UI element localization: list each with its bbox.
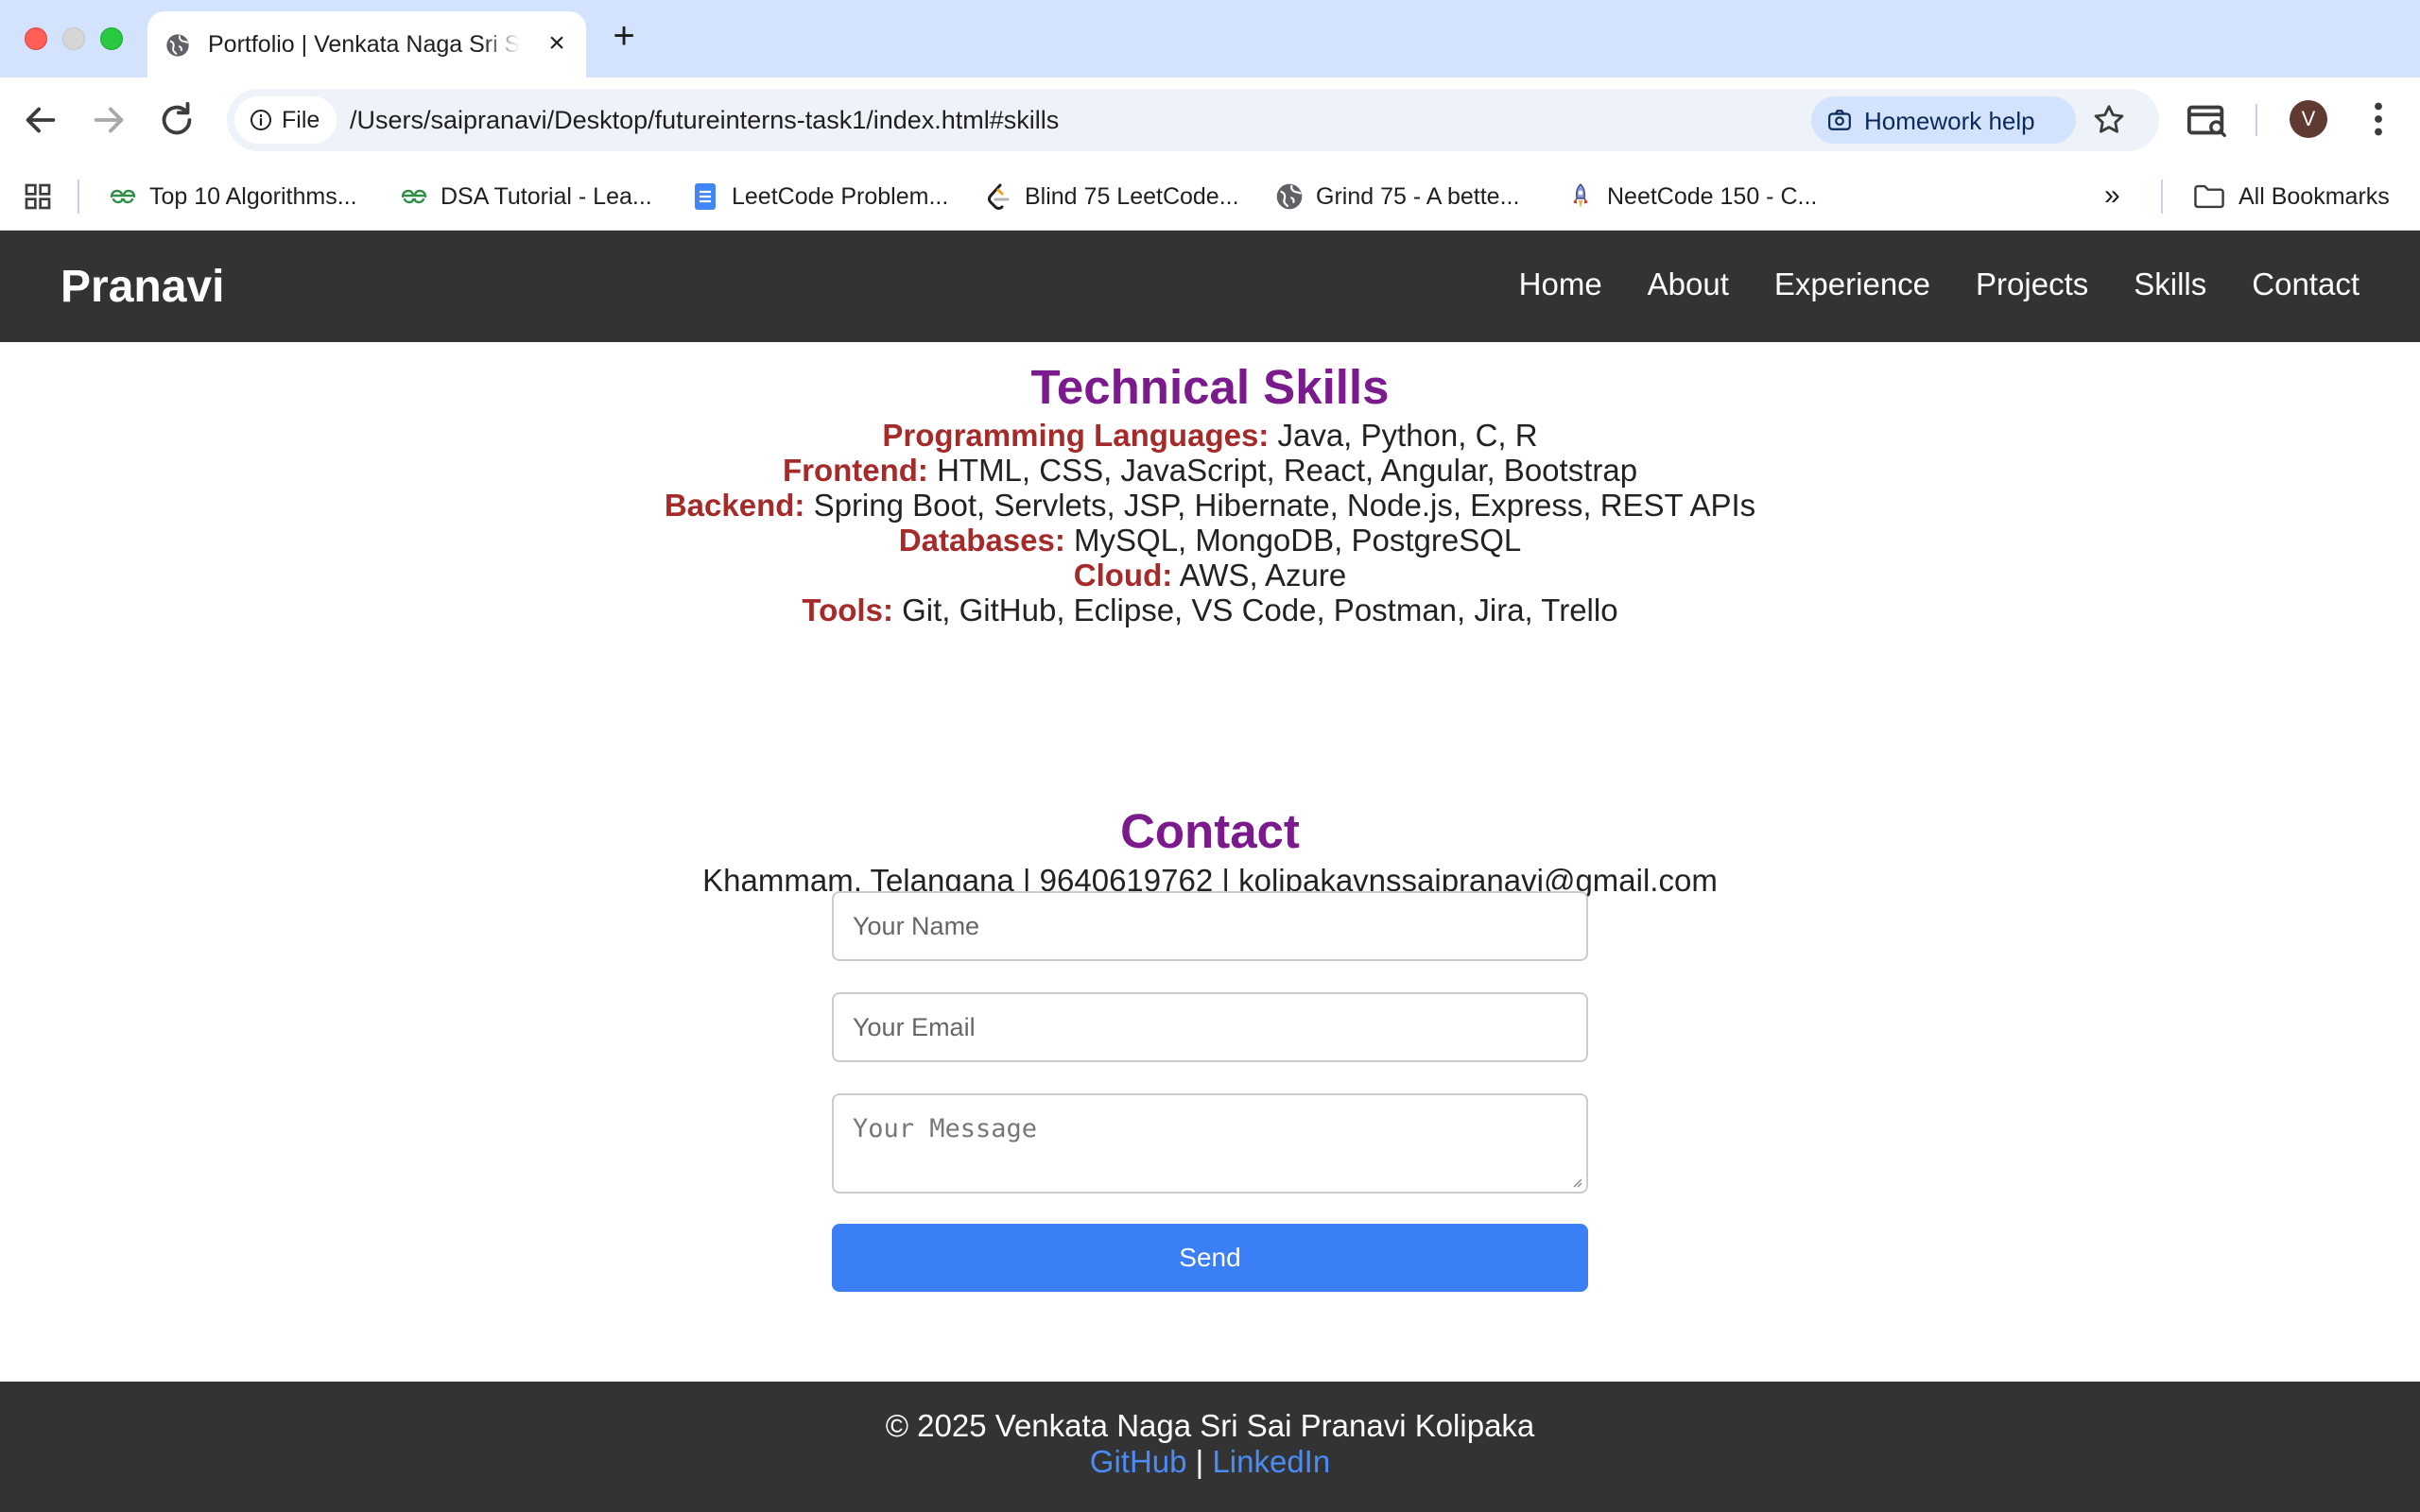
github-link[interactable]: GitHub [1090, 1444, 1187, 1479]
skill-key: Programming Languages: [882, 418, 1270, 453]
skill-value: HTML, CSS, JavaScript, React, Angular, B… [927, 453, 1638, 488]
skill-key: Cloud: [1073, 558, 1173, 593]
skill-key: Tools: [802, 593, 893, 627]
site-navbar: Pranavi Home About Experience Projects S… [0, 231, 2420, 342]
nav-link-experience[interactable]: Experience [1774, 266, 1930, 302]
geeksforgeeks-icon [110, 189, 136, 204]
footer-separator: | [1186, 1444, 1213, 1479]
all-bookmarks-label: All Bookmarks [2238, 183, 2390, 210]
bookmark-star-icon[interactable] [2091, 102, 2127, 138]
resize-handle-icon[interactable] [1569, 1175, 1582, 1188]
back-icon[interactable] [19, 98, 62, 142]
active-tab[interactable]: Portfolio | Venkata Naga Sri Sai Pranavi… [147, 11, 586, 77]
bookmarks-divider [2161, 180, 2163, 214]
skill-row: Databases: MySQL, MongoDB, PostgreSQL [0, 523, 2420, 558]
window-minimize-button[interactable] [62, 27, 85, 50]
skill-value: MySQL, MongoDB, PostgreSQL [1064, 523, 1522, 558]
send-button[interactable]: Send [832, 1224, 1588, 1292]
browser-toolbar: File /Users/saipranavi/Desktop/futureint… [0, 77, 2420, 163]
footer-links: GitHub | LinkedIn [0, 1444, 2420, 1480]
skills-section: Technical Skills Programming Languages: … [0, 357, 2420, 627]
skills-heading: Technical Skills [1030, 360, 1390, 414]
more-bookmarks-icon[interactable]: » [2104, 180, 2120, 212]
name-input[interactable]: Your Name [832, 891, 1588, 961]
apps-grid-icon[interactable] [23, 181, 53, 212]
bookmarks-bar: Top 10 Algorithms... DSA Tutorial - Lea.… [0, 163, 2420, 231]
browser-tab-strip: Portfolio | Venkata Naga Sri Sai Pranavi… [0, 0, 2420, 77]
skill-row: Tools: Git, GitHub, Eclipse, VS Code, Po… [0, 593, 2420, 627]
site-footer: © 2025 Venkata Naga Sri Sai Pranavi Koli… [0, 1382, 2420, 1512]
skill-row: Frontend: HTML, CSS, JavaScript, React, … [0, 453, 2420, 488]
tab-close-icon[interactable]: × [543, 29, 571, 59]
file-label: File [282, 107, 320, 133]
leetcode-icon [988, 183, 1010, 210]
footer-copyright: © 2025 Venkata Naga Sri Sai Pranavi Koli… [885, 1408, 1535, 1443]
bookmark-label: Top 10 Algorithms... [149, 183, 357, 210]
skill-row: Backend: Spring Boot, Servlets, JSP, Hib… [0, 488, 2420, 523]
nav-link-about[interactable]: About [1648, 266, 1729, 302]
toolbar-divider [2256, 104, 2257, 136]
camera-search-icon [1828, 110, 1851, 130]
bookmark-label: NeetCode 150 - C... [1607, 183, 1818, 210]
skill-value: Git, GitHub, Eclipse, VS Code, Postman, … [892, 593, 1618, 627]
bookmarks-divider [78, 180, 79, 214]
reload-icon[interactable] [155, 98, 199, 142]
contact-heading: Contact [1120, 804, 1300, 858]
profile-avatar[interactable]: V [2290, 100, 2327, 138]
contact-section: Contact Khammam, Telangana | 9640619762 … [0, 801, 2420, 900]
message-textarea[interactable]: Your Message [832, 1093, 1588, 1194]
skill-key: Databases: [898, 523, 1065, 558]
folder-icon [2194, 184, 2224, 209]
email-input[interactable]: Your Email [832, 992, 1588, 1062]
rocket-icon [1573, 183, 1588, 208]
message-placeholder: Your Message [853, 1114, 1038, 1143]
url-text[interactable]: /Users/saipranavi/Desktop/futureinterns-… [350, 106, 1059, 135]
forward-icon[interactable] [87, 98, 130, 142]
nav-link-home[interactable]: Home [1519, 266, 1602, 302]
new-tab-button[interactable]: + [605, 17, 643, 57]
skill-value: AWS, Azure [1172, 558, 1347, 593]
address-bar[interactable]: File /Users/saipranavi/Desktop/futureint… [227, 89, 2159, 151]
skill-value: Spring Boot, Servlets, JSP, Hibernate, N… [804, 488, 1756, 523]
nav-link-projects[interactable]: Projects [1976, 266, 2088, 302]
skill-row: Programming Languages: Java, Python, C, … [0, 418, 2420, 453]
homework-help-label: Homework help [1864, 107, 2035, 135]
homework-help-button[interactable]: Homework help [1811, 96, 2076, 144]
info-icon [251, 110, 271, 130]
skill-row: Cloud: AWS, Azure [0, 558, 2420, 593]
bookmark-label: Blind 75 LeetCode... [1025, 183, 1239, 210]
skill-key: Backend: [664, 488, 805, 523]
window-maximize-button[interactable] [100, 27, 123, 50]
linkedin-link[interactable]: LinkedIn [1212, 1444, 1330, 1479]
skill-value: Java, Python, C, R [1269, 418, 1538, 453]
google-docs-icon [695, 183, 716, 210]
tab-search-icon[interactable] [2186, 98, 2229, 142]
nav-link-contact[interactable]: Contact [2252, 266, 2360, 302]
window-close-button[interactable] [25, 27, 47, 50]
globe-icon [166, 34, 189, 57]
nav-links: Home About Experience Projects Skills Co… [1519, 266, 2360, 302]
bookmark-label: Grind 75 - A bette... [1316, 183, 1520, 210]
more-menu-icon[interactable] [2361, 96, 2395, 142]
tab-title: Portfolio | Venkata Naga Sri Sai Pranavi… [208, 31, 520, 58]
site-brand[interactable]: Pranavi [60, 261, 224, 313]
globe-icon [1276, 183, 1303, 210]
bookmark-label: LeetCode Problem... [732, 183, 949, 210]
geeksforgeeks-icon [401, 189, 427, 204]
skill-key: Frontend: [782, 453, 928, 488]
nav-link-skills[interactable]: Skills [2134, 266, 2206, 302]
bookmark-label: DSA Tutorial - Lea... [441, 183, 652, 210]
